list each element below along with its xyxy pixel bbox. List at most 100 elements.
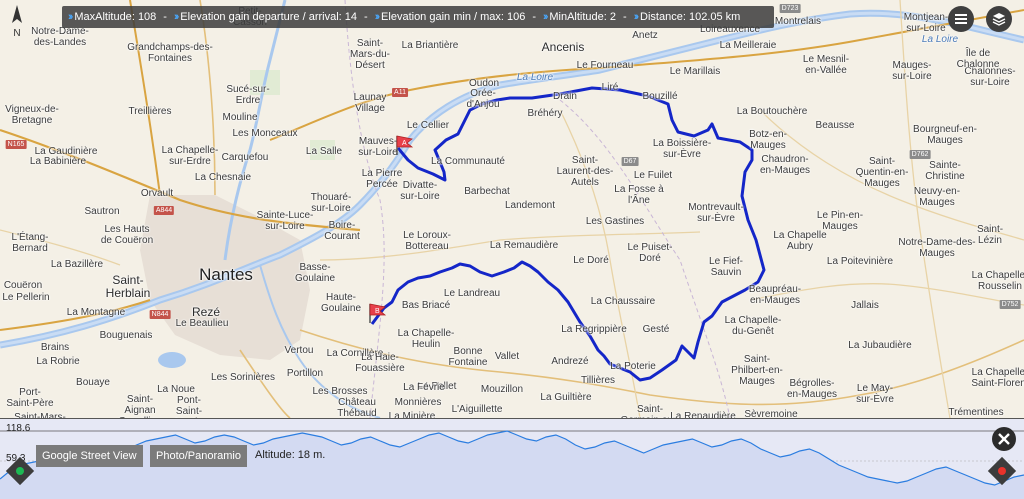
place-label: Barbechat	[464, 186, 510, 197]
start-dot-icon	[14, 465, 26, 477]
place-label: Botz-en- Mauges	[749, 129, 787, 151]
chevron-right-icon: ››	[543, 11, 549, 23]
place-label: La Haie- Fouassière	[355, 352, 405, 374]
place-label: Mouline	[222, 112, 258, 123]
place-label: Les Gastines	[585, 216, 645, 227]
stat-min-altitude: ›› MinAltitude: 2 -	[543, 11, 627, 23]
place-label: Thouaré- sur-Loire	[310, 192, 352, 214]
river-label: La Loire	[516, 72, 554, 83]
place-label: Notre-Dame-des- Mauges	[898, 237, 976, 259]
place-label: Landemont	[504, 200, 556, 211]
place-label: Basse- Goulaine	[294, 262, 336, 284]
place-label: La Communauté	[431, 156, 505, 167]
place-label: La Minière	[388, 411, 436, 418]
elevation-profile-panel[interactable]: 118.6 59.3 Google Street View Photo/Pano…	[0, 418, 1024, 499]
route-stats-bar: ›› MaxAltitude: 108 - ›› Elevation gain …	[62, 6, 774, 28]
place-label: La Salle	[305, 146, 343, 157]
place-label: Le Pin-en- Mauges	[816, 210, 864, 232]
stat-max-altitude: ›› MaxAltitude: 108 -	[68, 11, 167, 23]
end-flag-letter: B	[375, 308, 380, 315]
river-label: La Loire	[921, 34, 959, 45]
place-label: Andrezé	[551, 356, 589, 367]
place-label: Vigneux-de- Bretagne	[5, 104, 59, 126]
place-label: Sainte- Christine	[925, 160, 965, 182]
place-label: La Guiltière	[540, 392, 592, 403]
place-label: Drain	[553, 91, 577, 102]
place-label: La Févrie	[403, 382, 445, 393]
place-label: Bouguenais	[99, 330, 153, 341]
place-label: Beausse	[815, 120, 855, 131]
place-label: Mouzillon	[480, 384, 524, 395]
north-arrow-icon	[12, 5, 22, 23]
place-label: Haute- Goulaine	[320, 292, 362, 314]
place-label: Le Landreau	[443, 288, 501, 299]
place-label: La Meilleraie	[719, 40, 777, 51]
place-label: Brains	[40, 342, 70, 353]
place-label: Sucé-sur- Erdre	[226, 84, 270, 106]
place-label: Saint- Lézin	[976, 224, 1004, 246]
chevron-right-icon: ››	[374, 11, 381, 23]
place-label: La Bazillère	[50, 259, 104, 270]
stat-elevation-gain-departure-arrival: ›› Elevation gain departure / arrival: 1…	[173, 11, 368, 23]
place-label: Grandchamps-des- Fontaines	[127, 42, 213, 64]
end-flag-icon[interactable]: B	[367, 302, 387, 324]
place-label: Bouaye	[76, 377, 110, 388]
place-label: La Noue	[157, 384, 195, 395]
place-label: Jallais	[851, 300, 879, 311]
place-label: La Poterie	[610, 361, 656, 372]
place-label: Saint- Mars-du- Désert	[349, 38, 391, 71]
place-label: La Chapelle- du-Genêt	[724, 315, 782, 337]
stat-value: 108	[137, 11, 157, 23]
road-shield: D762	[909, 150, 931, 159]
map-view[interactable]: Notre-Dame- des-LandesPetit- CassonGrand…	[0, 0, 1024, 418]
layers-button[interactable]	[986, 6, 1012, 32]
place-label: Île de Chalonne	[956, 48, 1000, 70]
place-label: Montrelais	[774, 16, 822, 27]
place-label: Notre-Dame- des-Landes	[31, 26, 89, 48]
start-flag-icon[interactable]: A	[394, 134, 414, 156]
place-label: Le Doré	[573, 255, 609, 266]
photo-panoramio-button[interactable]: Photo/Panoramio	[150, 445, 247, 467]
road-shield: A844	[153, 206, 175, 215]
compass-icon[interactable]: N	[10, 4, 25, 39]
chevron-right-icon: ››	[633, 11, 640, 23]
place-label: Sainte-Luce- sur-Loire	[256, 210, 314, 232]
place-label: Le Beaulieu	[175, 318, 229, 329]
place-label: Bréhéry	[527, 108, 563, 119]
place-label: La Remaudière	[489, 240, 559, 251]
stat-distance: ›› Distance: 102.05 km	[633, 11, 741, 23]
road-shield: D752	[999, 300, 1021, 309]
place-label: Le Mesnil- en-Vallée	[802, 54, 850, 76]
stat-label: Distance	[640, 11, 683, 23]
place-label: La Chapelle Aubry	[773, 230, 827, 252]
place-label: Bas Briacé	[401, 300, 451, 311]
profile-max-tick: 118.6	[6, 423, 31, 434]
stat-label: MinAltitude	[549, 11, 604, 23]
close-profile-button[interactable]	[992, 427, 1016, 451]
place-label: Chaudron- en-Mauges	[759, 154, 811, 176]
place-label: Le Cellier	[406, 120, 450, 131]
stat-label: Elevation gain departure / arrival	[180, 11, 339, 23]
place-label: Saint- Aignan Grandlieu	[118, 394, 161, 418]
place-label: Monnières	[394, 397, 442, 408]
place-label: Tillières	[580, 375, 616, 386]
google-street-view-button[interactable]: Google Street View	[36, 445, 143, 467]
place-label: Ancenis	[541, 40, 585, 54]
place-label: La Renaudière	[670, 411, 736, 418]
north-label: N	[13, 28, 21, 39]
place-label: Gesté	[642, 324, 670, 335]
place-label: Anetz	[632, 30, 658, 41]
end-dot-icon	[996, 465, 1008, 477]
place-label: Trémentines	[948, 407, 1004, 418]
stat-label: Elevation gain min / max	[381, 11, 501, 23]
place-label: Bourgneuf-en- Mauges	[913, 124, 977, 146]
place-label: La Babinière	[29, 156, 87, 167]
place-label: La Chapelle- Saint-Florent	[971, 367, 1024, 389]
place-label: La Jubaudière	[848, 340, 912, 351]
chevron-right-icon: ››	[68, 11, 74, 23]
place-label: Carquefou	[221, 152, 269, 163]
menu-button[interactable]	[948, 6, 974, 32]
place-label: Montrevault- sur-Èvre	[688, 202, 744, 224]
place-label: Bouzillé	[642, 91, 678, 102]
place-label: Sautron	[84, 206, 120, 217]
